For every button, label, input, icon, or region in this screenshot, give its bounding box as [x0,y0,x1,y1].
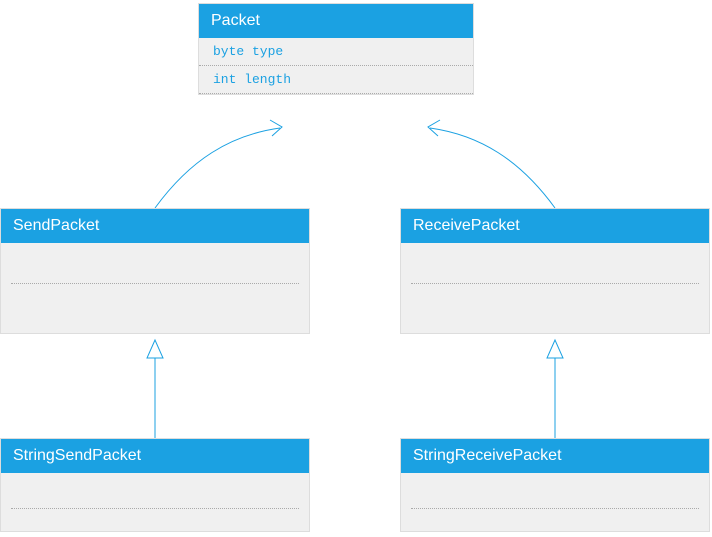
class-stringreceivepacket: StringReceivePacket [400,438,710,532]
class-receivepacket-separator [411,283,699,284]
class-receivepacket: ReceivePacket [400,208,710,334]
class-stringsendpacket-body [1,473,309,531]
class-stringsendpacket-separator [11,508,299,509]
class-sendpacket: SendPacket [0,208,310,334]
class-packet-field-0: byte type [199,38,473,66]
class-sendpacket-body [1,243,309,333]
diagram-canvas: Packet byte type int length SendPacket R… [0,0,712,537]
class-receivepacket-title: ReceivePacket [401,209,709,243]
class-packet-body: byte type int length [199,38,473,94]
class-packet-field-1: int length [199,66,473,94]
arrowhead-stringsendpacket-to-sendpacket [147,340,163,358]
edge-sendpacket-to-packet [155,128,280,208]
arrowhead-receivepacket-to-packet [428,120,440,136]
arrowhead-stringreceivepacket-to-receivepacket [547,340,563,358]
class-stringreceivepacket-separator [411,508,699,509]
class-packet-title: Packet [199,4,473,38]
class-stringreceivepacket-body [401,473,709,531]
arrowhead-sendpacket-to-packet [270,120,282,136]
class-stringsendpacket: StringSendPacket [0,438,310,532]
class-stringreceivepacket-title: StringReceivePacket [401,439,709,473]
class-packet: Packet byte type int length [198,3,474,95]
class-sendpacket-title: SendPacket [1,209,309,243]
class-stringsendpacket-title: StringSendPacket [1,439,309,473]
class-receivepacket-body [401,243,709,333]
edge-receivepacket-to-packet [430,128,555,208]
class-sendpacket-separator [11,283,299,284]
